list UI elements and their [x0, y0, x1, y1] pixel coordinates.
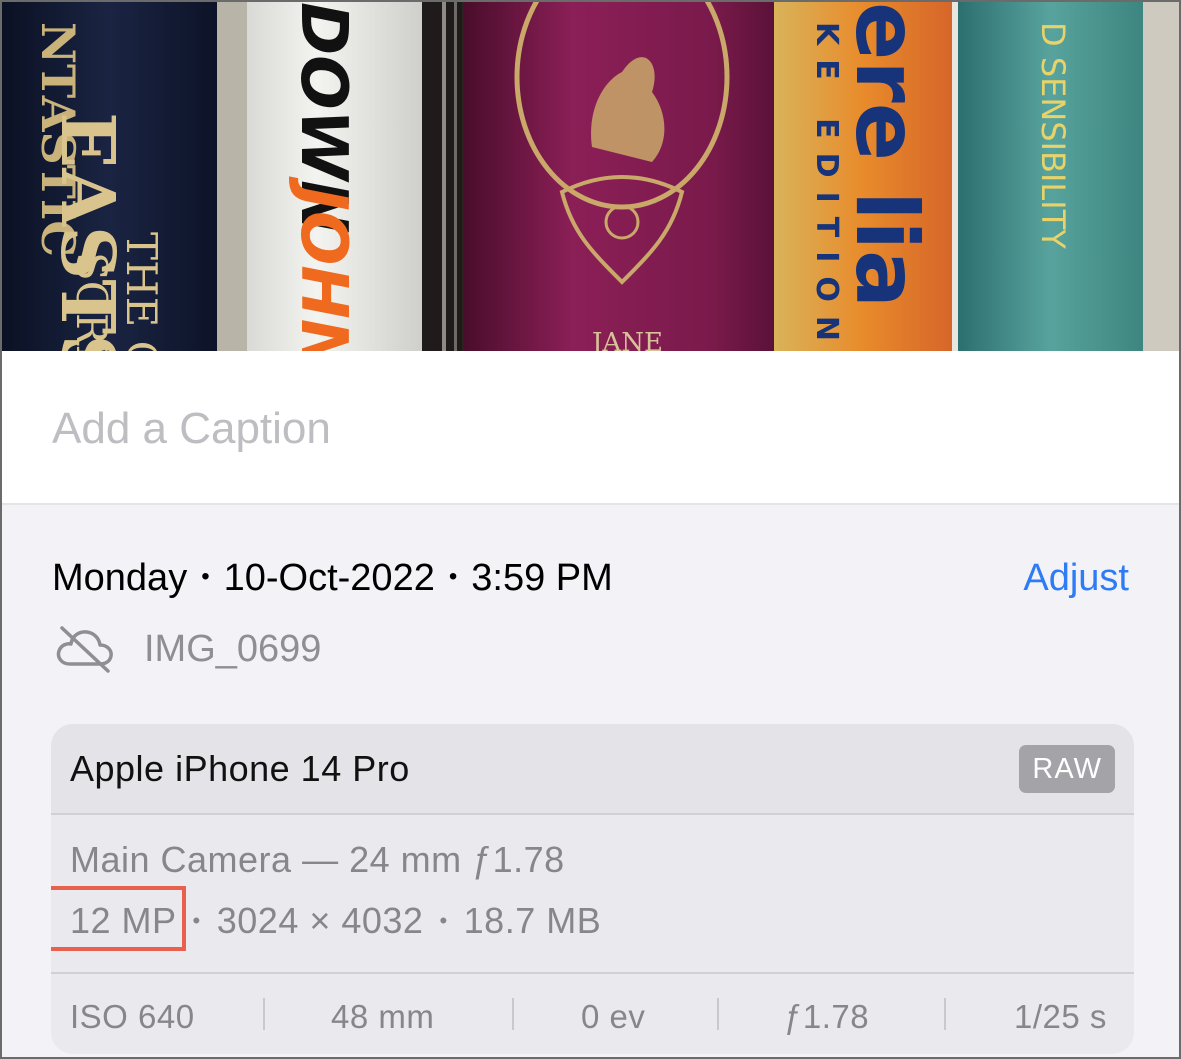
image-specs: 12 MP • 3024 × 4032 • 18.7 MB [51, 886, 602, 951]
file-size: 18.7 MB [463, 900, 602, 941]
separator-dot: • [192, 908, 201, 933]
capture-time: 3:59 PM [471, 557, 613, 599]
card-header: Apple iPhone 14 Pro RAW [51, 724, 1134, 815]
device-name: Apple iPhone 14 Pro [70, 748, 410, 789]
caption-input[interactable] [52, 399, 1132, 459]
separator-dot: • [448, 562, 458, 590]
spine-text-the-or: THE OR [117, 232, 166, 351]
bookshelf-photo: JANE NTASTIC EASTS THE OR SCREE DOWN JOH… [2, 2, 1179, 351]
spine-text-john: JOHN [286, 176, 360, 351]
exif-divider [512, 998, 514, 1030]
spine-text-sensibility: D SENSIBILITY [1034, 22, 1072, 249]
lens-info: Main Camera — 24 mm ƒ1.78 [70, 839, 565, 880]
exif-shutter-speed: 1/25 s [1014, 998, 1107, 1035]
raw-badge: RAW [1019, 745, 1115, 793]
spine-text-ere-lia: ere lia [836, 2, 936, 308]
file-name: IMG_0699 [144, 627, 322, 670]
exif-aperture: ƒ1.78 [784, 998, 870, 1035]
megapixels-wrap: 12 MP [51, 886, 186, 951]
spine-text-scree: SCREE [67, 252, 116, 351]
adjust-button[interactable]: Adjust [1023, 557, 1129, 600]
exif-iso: ISO 640 [70, 998, 195, 1035]
file-row: IMG_0699 [54, 624, 321, 674]
capture-date: 10-Oct-2022 [223, 557, 435, 599]
capture-day: Monday [52, 557, 188, 599]
exif-focal-length: 48 mm [331, 998, 435, 1035]
photo-info-screen: JANE NTASTIC EASTS THE OR SCREE DOWN JOH… [0, 0, 1181, 1059]
spine-text-edition: KE EDITION [809, 22, 844, 351]
resolution: 3024 × 4032 [216, 900, 424, 941]
exif-divider [717, 998, 719, 1030]
exif-divider [263, 998, 265, 1030]
camera-info-card: Apple iPhone 14 Pro RAW Main Camera — 24… [51, 724, 1134, 1054]
cloud-slash-icon [54, 624, 116, 674]
caption-area [2, 351, 1179, 505]
photo-preview[interactable]: JANE NTASTIC EASTS THE OR SCREE DOWN JOH… [2, 2, 1179, 351]
exif-divider [944, 998, 946, 1030]
spine-text-jane: JANE [589, 328, 663, 351]
capture-datetime: Monday • 10-Oct-2022 • 3:59 PM [52, 557, 613, 600]
highlight-box [51, 886, 186, 951]
separator-dot: • [201, 562, 210, 590]
exif-exposure-value: 0 ev [581, 998, 646, 1035]
exif-row: ISO 640 48 mm 0 ev ƒ1.78 1/25 s [51, 972, 1134, 1054]
separator-dot: • [439, 908, 448, 933]
